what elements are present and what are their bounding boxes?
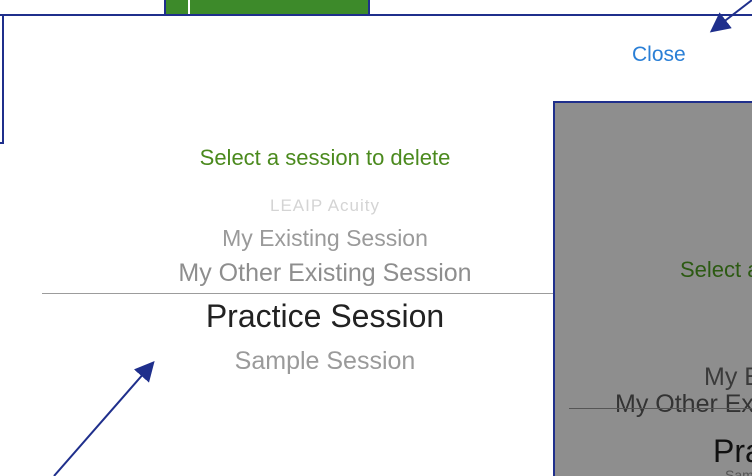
preview-option-my-other-existing-session: My Other Existing Session bbox=[615, 390, 752, 418]
picker-selection-line bbox=[42, 293, 554, 294]
preview-option-sample-session: Sample Session bbox=[725, 467, 752, 476]
preview-option-my-existing-session: My Existing Session bbox=[704, 363, 752, 391]
preview-selection-line bbox=[569, 408, 752, 409]
dimmed-preview-panel: Select a session to delete My Existing S… bbox=[553, 101, 752, 476]
preview-prompt: Select a session to delete bbox=[680, 257, 752, 282]
preview-option-practice-session: Practice Session bbox=[713, 433, 752, 469]
